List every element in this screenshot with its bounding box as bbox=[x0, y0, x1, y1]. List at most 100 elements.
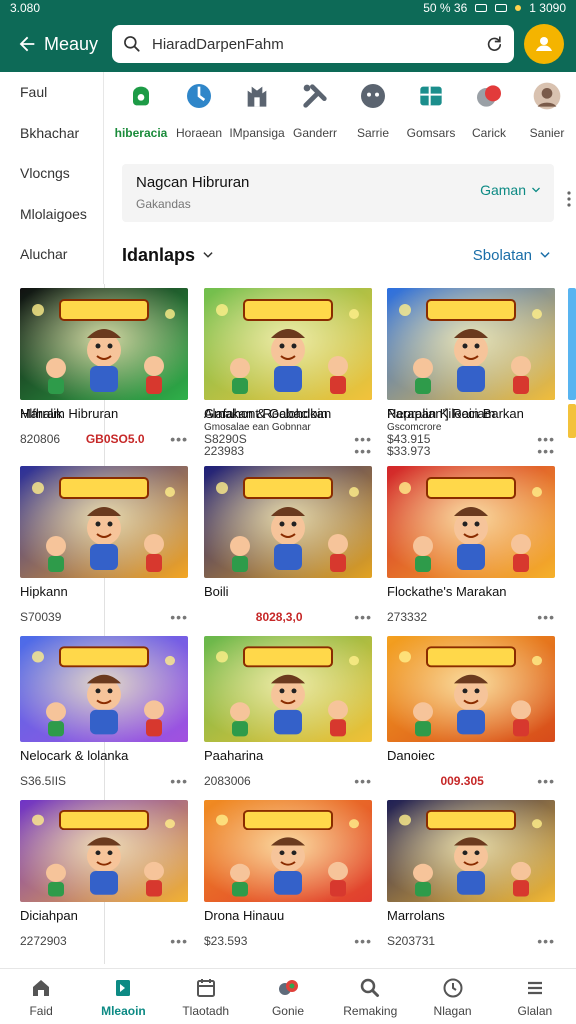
section-heading: Idanlaps bbox=[122, 244, 196, 265]
overflow-dots-icon[interactable] bbox=[566, 190, 572, 208]
sort-dropdown[interactable]: Sbolatan bbox=[473, 247, 552, 264]
category-item[interactable]: Carick bbox=[460, 78, 518, 154]
more-options-icon[interactable]: ••• bbox=[354, 773, 372, 789]
more-options-icon[interactable]: ••• bbox=[170, 431, 188, 447]
sidebar-item[interactable]: Vlocngs bbox=[0, 153, 103, 194]
nav-label: Mleaoin bbox=[101, 1003, 146, 1018]
sidebar-item-label: Faul bbox=[20, 84, 48, 101]
game-meta: ••• bbox=[20, 431, 188, 447]
nav-item[interactable]: Faid bbox=[0, 969, 82, 1024]
game-title[interactable]: Nelocark & lolanka bbox=[20, 748, 188, 763]
game-card[interactable]: Flockathe's Marakan 273332 ••• bbox=[387, 466, 555, 636]
game-title[interactable]: Boili bbox=[204, 584, 372, 599]
game-card[interactable]: Gmakan & Gabacloin S8290S ••• bbox=[204, 288, 372, 458]
game-title[interactable]: Gmakan & Gabacloin bbox=[204, 406, 372, 421]
more-options-icon[interactable]: ••• bbox=[354, 933, 372, 949]
game-thumbnail[interactable] bbox=[20, 466, 188, 578]
more-options-icon[interactable]: ••• bbox=[170, 773, 188, 789]
game-title[interactable]: Flockathe's Marakan bbox=[387, 584, 555, 599]
game-card[interactable]: Paaharina 2083006 ••• bbox=[204, 636, 372, 796]
tools-icon bbox=[297, 78, 333, 114]
game-count: 273332 bbox=[387, 610, 428, 624]
game-card[interactable]: Diciahpan 2272903 ••• bbox=[20, 800, 188, 970]
game-card[interactable]: Hipkann S70039 ••• bbox=[20, 466, 188, 636]
category-label: Horaean bbox=[175, 126, 223, 140]
game-card[interactable]: Parapan Kilocciam $43.915 ••• bbox=[387, 288, 555, 458]
game-card[interactable]: Boili 8028,3,0 ••• bbox=[204, 466, 372, 636]
category-item[interactable]: Sanier bbox=[518, 78, 576, 154]
nav-item[interactable]: Mleaoin bbox=[82, 969, 164, 1024]
more-options-icon[interactable]: ••• bbox=[354, 609, 372, 625]
menu-icon bbox=[527, 981, 542, 994]
more-options-icon[interactable]: ••• bbox=[170, 609, 188, 625]
calendar-icon bbox=[196, 978, 215, 997]
game-title[interactable]: Danoiec bbox=[387, 748, 555, 763]
game-title[interactable]: Parapan Kilocciam bbox=[387, 406, 555, 421]
nav-item[interactable]: Remaking bbox=[329, 969, 411, 1024]
game-count: S70039 bbox=[20, 610, 62, 624]
sidebar-item[interactable]: Faul bbox=[0, 72, 103, 113]
game-title[interactable]: Marrolans bbox=[387, 908, 555, 923]
game-thumbnail[interactable] bbox=[20, 636, 188, 742]
category-item[interactable]: hiberacia bbox=[112, 78, 170, 154]
filter-dropdown[interactable]: Gaman bbox=[480, 182, 542, 198]
game-thumbnail[interactable] bbox=[20, 800, 188, 902]
profile-photo-icon bbox=[529, 78, 565, 114]
game-thumbnail[interactable] bbox=[387, 466, 555, 578]
nav-item[interactable]: Glalan bbox=[494, 969, 576, 1024]
category-item[interactable]: Gomsars bbox=[402, 78, 460, 154]
category-item[interactable]: Ganderr bbox=[286, 78, 344, 154]
more-options-icon[interactable]: ••• bbox=[537, 431, 555, 447]
refresh-icon[interactable] bbox=[484, 34, 504, 54]
search-input[interactable]: HiaradDarpenFahm bbox=[152, 36, 474, 53]
nav-item[interactable]: Tlaotadh bbox=[165, 969, 247, 1024]
category-item[interactable]: IMpansiga bbox=[228, 78, 286, 154]
game-title[interactable]: Drona Hinauu bbox=[204, 908, 372, 923]
game-title[interactable]: Hlfhalik bbox=[20, 406, 188, 421]
nav-item[interactable]: Gonie bbox=[247, 969, 329, 1024]
game-card[interactable]: Danoiec 009.305 ••• bbox=[387, 636, 555, 796]
game-thumbnail[interactable] bbox=[20, 288, 188, 400]
sidebar-item[interactable]: Aluchar bbox=[0, 234, 103, 275]
game-thumbnail[interactable] bbox=[204, 636, 372, 742]
wifi-icon bbox=[475, 4, 488, 12]
sidebar-item[interactable]: Mlolaigoes bbox=[0, 194, 103, 235]
game-title[interactable]: Hipkann bbox=[20, 584, 188, 599]
game-thumbnail[interactable] bbox=[204, 466, 372, 578]
game-meta: 8028,3,0 ••• bbox=[204, 609, 372, 625]
game-title[interactable]: Diciahpan bbox=[20, 908, 188, 923]
search-bar[interactable]: HiaradDarpenFahm bbox=[112, 25, 514, 63]
game-card[interactable]: Drona Hinauu $23.593 ••• bbox=[204, 800, 372, 970]
game-meta: 2272903 ••• bbox=[20, 933, 188, 949]
game-thumbnail[interactable] bbox=[387, 288, 555, 400]
more-options-icon[interactable]: ••• bbox=[170, 933, 188, 949]
game-card[interactable]: Hlfhalik ••• bbox=[20, 288, 188, 458]
game-count: 2272903 bbox=[20, 934, 67, 948]
sidebar-item-label: Mlolaigoes bbox=[20, 205, 87, 222]
game-thumbnail[interactable] bbox=[204, 288, 372, 400]
profile-button[interactable] bbox=[524, 24, 564, 64]
game-thumbnail[interactable] bbox=[204, 800, 372, 902]
category-label: Gomsars bbox=[406, 126, 456, 140]
filter-card[interactable]: Nagcan Hibruran Gakandas Gaman bbox=[122, 164, 554, 222]
section-heading-dropdown[interactable]: Idanlaps bbox=[122, 245, 215, 266]
game-card[interactable]: Marrolans S203731 ••• bbox=[387, 800, 555, 970]
game-count: $43.915 bbox=[387, 432, 431, 446]
game-thumbnail[interactable] bbox=[387, 636, 555, 742]
game-thumbnail[interactable] bbox=[387, 800, 555, 902]
more-options-icon[interactable]: ••• bbox=[537, 933, 555, 949]
game-title[interactable]: Paaharina bbox=[204, 748, 372, 763]
back-button[interactable]: Meauy bbox=[0, 33, 112, 55]
more-options-icon[interactable]: ••• bbox=[537, 773, 555, 789]
category-item[interactable]: Horaean bbox=[170, 78, 228, 154]
game-count: $23.593 bbox=[204, 934, 248, 948]
more-options-icon[interactable]: ••• bbox=[537, 609, 555, 625]
category-item[interactable]: Sarrie bbox=[344, 78, 402, 154]
game-count: 2083006 bbox=[204, 774, 251, 788]
sidebar: Faul Bkhachar Vlocngs Mlolaigoes Aluchar bbox=[0, 72, 104, 284]
more-options-icon[interactable]: ••• bbox=[354, 431, 372, 447]
sidebar-item[interactable]: Bkhachar bbox=[0, 113, 103, 154]
castle-icon bbox=[239, 78, 275, 114]
game-card[interactable]: Nelocark & lolanka S36.5IIS ••• bbox=[20, 636, 188, 796]
nav-item[interactable]: Nlagan bbox=[411, 969, 493, 1024]
